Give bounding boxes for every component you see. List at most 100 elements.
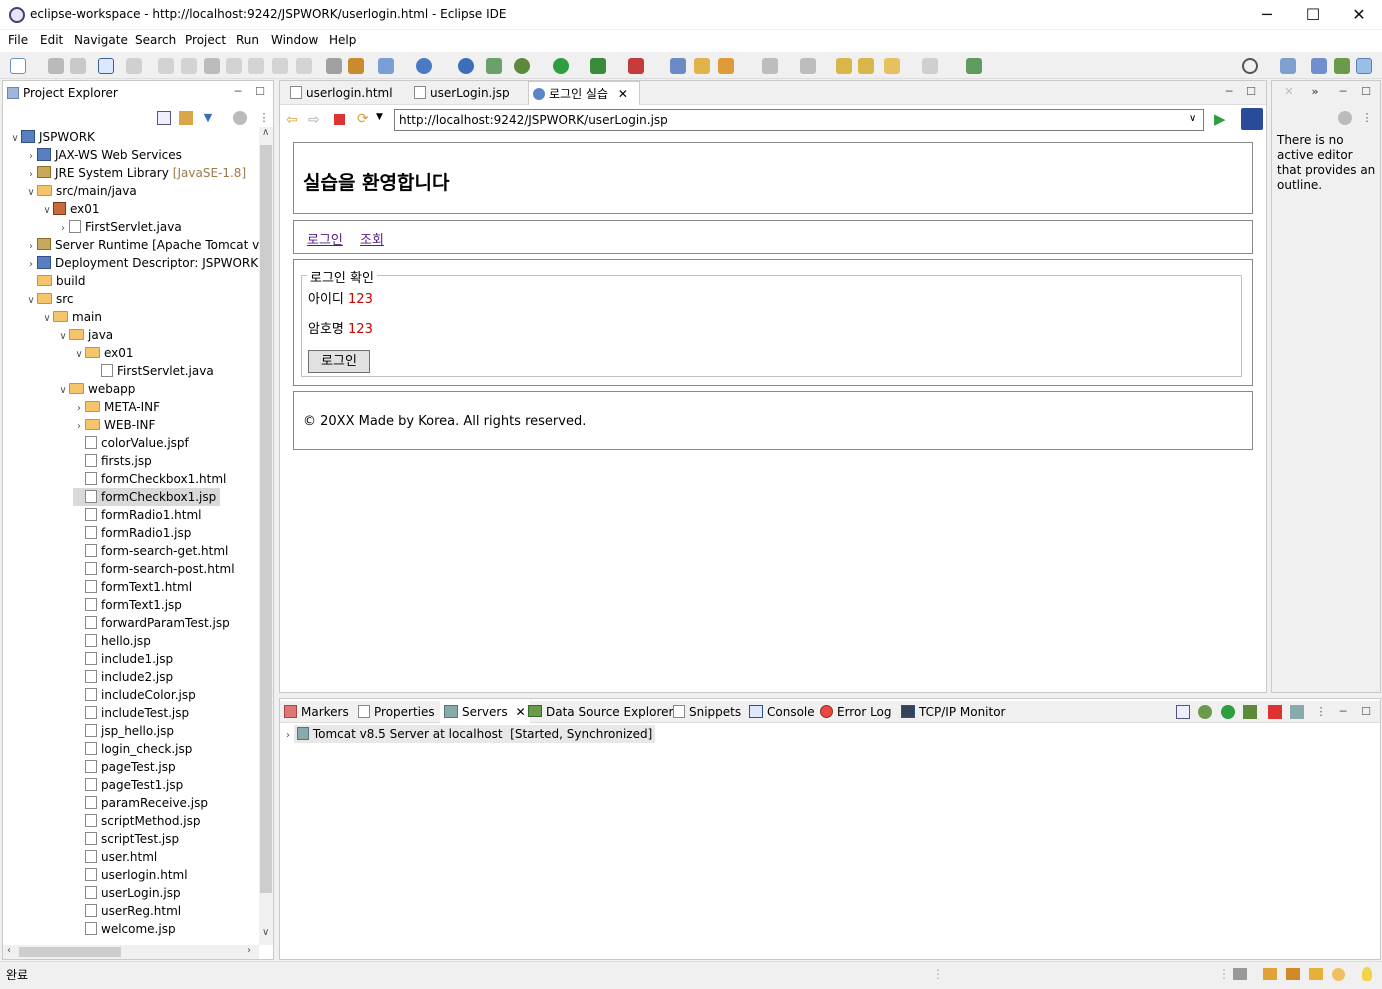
resume-icon[interactable] — [158, 58, 174, 74]
tab-properties[interactable]: Properties — [358, 701, 435, 723]
tab-tcpip-monitor[interactable]: TCP/IP Monitor — [901, 701, 1006, 723]
minimize-button[interactable]: ─ — [1244, 0, 1290, 30]
tree-item[interactable]: userReg.html — [73, 902, 181, 920]
focus-icon[interactable] — [233, 111, 247, 125]
tree-item[interactable]: form-search-get.html — [73, 542, 228, 560]
stop-icon[interactable] — [334, 114, 345, 125]
open-task-icon[interactable] — [486, 58, 502, 74]
tree-item[interactable]: formRadio1.jsp — [73, 524, 191, 542]
coverage-icon[interactable] — [590, 58, 606, 74]
book-icon[interactable] — [1263, 968, 1277, 980]
view-menu-icon[interactable]: ⋮ — [1314, 705, 1328, 719]
tree-item[interactable]: includeTest.jsp — [73, 704, 189, 722]
java-ee-perspective-icon[interactable] — [1311, 58, 1327, 74]
tree-item[interactable]: build — [25, 272, 86, 290]
chevron-down-icon[interactable]: ∨ — [73, 346, 85, 364]
url-field[interactable]: http://localhost:9242/JSPWORK/userLogin.… — [394, 109, 1204, 131]
menu-file[interactable]: File — [8, 33, 28, 47]
progress-icon[interactable] — [1233, 968, 1247, 980]
chevron-down-icon[interactable]: ∨ — [57, 382, 69, 400]
collapse-all-icon[interactable] — [1176, 705, 1190, 719]
terminal-icon[interactable] — [98, 58, 114, 74]
tree-item[interactable]: › JAX-WS Web Services — [25, 146, 182, 164]
tree-item[interactable]: formRadio1.html — [73, 506, 201, 524]
forward-edit-icon[interactable] — [858, 58, 874, 74]
eclipse-browser-icon[interactable] — [1241, 108, 1263, 130]
refresh-icon[interactable]: ⟳ — [357, 111, 369, 127]
login-button[interactable]: 로그인 — [308, 350, 370, 373]
tree-item[interactable]: ∨ src/main/java — [25, 182, 136, 202]
tree-item[interactable]: ∨ ex01 — [73, 344, 133, 364]
tree-item[interactable]: ∨ java — [57, 326, 113, 344]
url-dropdown-icon[interactable]: ∨ — [1189, 113, 1196, 124]
link-editor-icon[interactable] — [179, 111, 193, 125]
tree-item[interactable]: ∨ webapp — [57, 380, 135, 398]
tree-item[interactable]: formText1.html — [73, 578, 192, 596]
tree-item[interactable]: › Server Runtime [Apache Tomcat v8.5 — [25, 236, 259, 254]
use-step-filters-icon[interactable] — [326, 58, 342, 74]
scroll-right-icon[interactable]: › — [247, 945, 251, 956]
publish-icon[interactable] — [1290, 705, 1304, 719]
prev-annotation-icon[interactable] — [800, 58, 816, 74]
tab-data-source-explorer[interactable]: Data Source Explorer — [528, 701, 673, 723]
tree-item[interactable]: form-search-post.html — [73, 560, 235, 578]
close-icon[interactable]: ✕ — [618, 87, 628, 101]
open-type-icon[interactable] — [416, 58, 432, 74]
terminate-icon[interactable] — [204, 58, 220, 74]
step-return-icon[interactable] — [296, 58, 312, 74]
view-menu-icon[interactable]: ⋮ — [257, 111, 271, 125]
tree-item[interactable]: ∨ main — [41, 308, 102, 326]
close-icon[interactable]: ✕ — [516, 705, 526, 719]
web-perspective-icon[interactable] — [1356, 58, 1372, 74]
tree-item[interactable]: jsp_hello.jsp — [73, 722, 174, 740]
menu-search[interactable]: Search — [135, 33, 176, 47]
tree-item[interactable]: formText1.jsp — [73, 596, 182, 614]
forward-arrow-icon[interactable]: ⇨ — [308, 112, 320, 128]
pencil-icon[interactable] — [718, 58, 734, 74]
collapse-all-icon[interactable] — [157, 111, 171, 125]
tab-error-log[interactable]: Error Log — [820, 701, 892, 723]
step-into-icon[interactable] — [248, 58, 264, 74]
chevron-down-icon[interactable]: ∨ — [57, 328, 69, 346]
tree-vertical-scrollbar[interactable]: ∧ ∨ — [259, 127, 273, 945]
tree-item[interactable]: › FirstServlet.java — [57, 218, 182, 236]
tree-item[interactable]: hello.jsp — [73, 632, 151, 650]
tab-servers[interactable]: Servers ✕ — [440, 701, 530, 723]
back-arrow-icon[interactable]: ⇦ — [286, 112, 298, 128]
view-menu-icon[interactable]: ⋮ — [1360, 111, 1374, 125]
scroll-left-icon[interactable]: ‹ — [7, 945, 11, 956]
external-tools-icon[interactable] — [628, 58, 644, 74]
menu-run[interactable]: Run — [236, 33, 259, 47]
open-folder-icon[interactable] — [670, 58, 686, 74]
forward-icon[interactable] — [922, 58, 938, 74]
maximize-editor-icon[interactable]: ☐ — [1244, 85, 1258, 99]
maximize-view-icon[interactable]: ☐ — [253, 85, 267, 99]
tab-userlogin-html[interactable]: userlogin.html — [286, 81, 404, 105]
tab-snippets[interactable]: Snippets — [673, 701, 741, 723]
horizontal-scroll-thumb[interactable] — [19, 947, 121, 957]
minimize-view-icon[interactable]: ─ — [231, 85, 245, 99]
tree-item[interactable]: login_check.jsp — [73, 740, 192, 758]
tree-item[interactable]: include2.jsp — [73, 668, 173, 686]
tab-console[interactable]: Console — [749, 701, 815, 723]
server-entry[interactable]: Tomcat v8.5 Server at localhost [Started… — [293, 725, 656, 743]
save-all-icon[interactable] — [70, 58, 86, 74]
new-server-icon[interactable] — [378, 58, 394, 74]
disconnect-icon[interactable] — [226, 58, 242, 74]
tree-item[interactable]: welcome.jsp — [73, 920, 176, 938]
last-edit-icon[interactable] — [836, 58, 852, 74]
chevron-down-icon[interactable]: ▼ — [376, 112, 383, 122]
menu-window[interactable]: Window — [271, 33, 318, 47]
chevron-down-icon[interactable]: ∨ — [41, 202, 53, 220]
step-over-icon[interactable] — [272, 58, 288, 74]
chevron-down-icon[interactable]: ∨ — [25, 184, 37, 202]
chevron-down-icon[interactable]: ∨ — [41, 310, 53, 328]
search-icon[interactable] — [1242, 58, 1258, 74]
web-browser-icon[interactable] — [458, 58, 474, 74]
start-debug-icon[interactable] — [1198, 705, 1212, 719]
lightbulb-icon[interactable] — [1362, 967, 1372, 981]
back-icon[interactable] — [884, 58, 900, 74]
tree-item[interactable]: ∨ ex01 — [41, 200, 100, 218]
tree-item[interactable]: formCheckbox1.jsp — [73, 488, 221, 506]
tree-item[interactable]: › Deployment Descriptor: JSPWORK — [25, 254, 258, 272]
